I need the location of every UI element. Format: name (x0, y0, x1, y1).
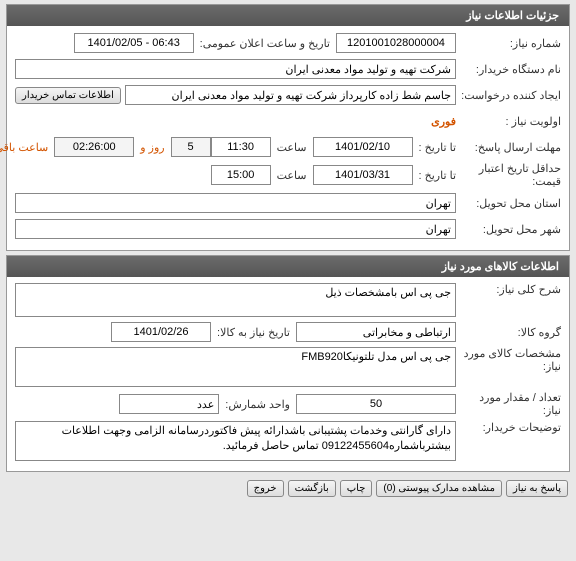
amount-label: تعداد / مقدار مورد نیاز: (456, 391, 561, 417)
exit-button[interactable]: خروج (247, 480, 284, 497)
reply-date-input[interactable] (313, 137, 413, 157)
price-time-input[interactable] (211, 165, 271, 185)
time-label-1: ساعت (271, 141, 313, 154)
need-number-label: شماره نیاز: (456, 37, 561, 50)
desc-label: شرح کلی نیاز: (456, 283, 561, 296)
creator-input[interactable] (125, 85, 456, 105)
amount-input[interactable] (296, 394, 456, 414)
unit-input[interactable] (119, 394, 219, 414)
goods-body: شرح کلی نیاز: گروه کالا: تاریخ نیاز به ک… (7, 277, 569, 471)
delivery-city-label: شهر محل تحویل: (456, 223, 561, 236)
remain-days-label: روز و (134, 141, 170, 154)
attachments-button[interactable]: مشاهده مدارک پیوستی (0) (376, 480, 502, 497)
remain-suffix: ساعت باقی مانده (0, 141, 54, 154)
announce-input[interactable] (74, 33, 194, 53)
price-validity-label: حداقل تاریخ اعتبار قیمت: (456, 162, 561, 188)
unit-label: واحد شمارش: (219, 398, 296, 411)
price-date-input[interactable] (313, 165, 413, 185)
spec-label: مشخصات کالای مورد نیاز: (456, 347, 561, 373)
delivery-province-label: استان محل تحویل: (456, 197, 561, 210)
contact-buyer-button[interactable]: اطلاعات تماس خریدار (15, 87, 121, 104)
goods-header: اطلاعات کالاهای مورد نیاز (7, 256, 569, 277)
need-details-panel: جزئیات اطلاعات نیاز شماره نیاز: تاریخ و … (6, 4, 570, 251)
goods-panel: اطلاعات کالاهای مورد نیاز شرح کلی نیاز: … (6, 255, 570, 472)
desc-input[interactable] (15, 283, 456, 317)
remain-time-input (54, 137, 134, 157)
delivery-city-input[interactable] (15, 219, 456, 239)
announce-label: تاریخ و ساعت اعلان عمومی: (194, 37, 336, 50)
back-button[interactable]: بازگشت (288, 480, 336, 497)
need-details-header: جزئیات اطلاعات نیاز (7, 5, 569, 26)
reply-button[interactable]: پاسخ به نیاز (506, 480, 568, 497)
delivery-province-input[interactable] (15, 193, 456, 213)
buyer-note-label: توضیحات خریدار: (456, 421, 561, 434)
buyer-label: نام دستگاه خریدار: (456, 63, 561, 76)
priority-value: فوری (431, 115, 456, 128)
group-input[interactable] (296, 322, 456, 342)
bottom-bar: پاسخ به نیاز مشاهده مدارک پیوستی (0) چاپ… (0, 476, 576, 501)
need-date-label: تاریخ نیاز به کالا: (211, 326, 296, 339)
remain-days-input (171, 137, 211, 157)
group-label: گروه کالا: (456, 326, 561, 339)
to-date-label-1: تا تاریخ : (413, 141, 456, 154)
print-button[interactable]: چاپ (340, 480, 373, 497)
spec-input[interactable] (15, 347, 456, 387)
reply-deadline-label: مهلت ارسال پاسخ: (456, 141, 561, 154)
buyer-note-input[interactable] (15, 421, 456, 461)
buyer-input[interactable] (15, 59, 456, 79)
to-date-label-2: تا تاریخ : (413, 169, 456, 182)
reply-time-input[interactable] (211, 137, 271, 157)
creator-label: ایجاد کننده درخواست: (456, 89, 561, 102)
need-number-input[interactable] (336, 33, 456, 53)
need-details-body: شماره نیاز: تاریخ و ساعت اعلان عمومی: نا… (7, 26, 569, 250)
time-label-2: ساعت (271, 169, 313, 182)
need-date-input[interactable] (111, 322, 211, 342)
priority-label: اولویت نیاز : (456, 115, 561, 128)
